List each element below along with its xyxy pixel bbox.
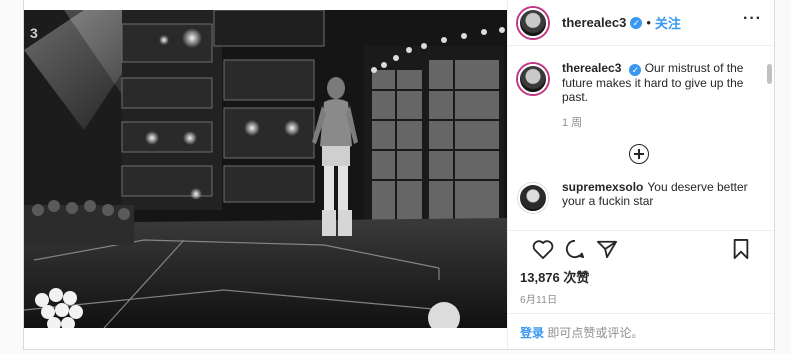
caption-text: therealec3 ✓ Our mistrust of the future m…	[562, 61, 760, 104]
author-username[interactable]: therealec3	[562, 15, 626, 30]
separator-dot: •	[646, 15, 651, 30]
post-sidebar: therealec3 ✓ • 关注 ··· therealec3 ✓ Our mi…	[507, 0, 774, 349]
caption-row: therealec3 ✓ Our mistrust of the future m…	[518, 61, 760, 104]
heart-icon[interactable]	[532, 239, 554, 264]
caption-time: 1 周	[562, 117, 583, 129]
comment-row: supremexsolo You deserve better your a fu…	[518, 180, 760, 213]
comment-bubble-icon[interactable]	[564, 239, 586, 264]
share-icon[interactable]	[596, 239, 618, 264]
like-count[interactable]: 13,876 次赞	[520, 267, 762, 286]
post-card: 3 therealec3 ✓ • 关注 ··· therealec3 ✓ Our …	[23, 0, 775, 350]
comments-scrollbar[interactable]	[767, 64, 772, 84]
follow-button[interactable]: 关注	[655, 13, 681, 32]
login-prompt-text: 即可点赞或评论。	[544, 326, 644, 340]
caption-avatar[interactable]	[518, 64, 548, 94]
post-header: therealec3 ✓ • 关注 ···	[508, 0, 774, 46]
wrestler-stage-photo: 3	[24, 10, 507, 328]
login-link[interactable]: 登录	[520, 326, 544, 340]
more-options-icon[interactable]: ···	[743, 10, 762, 28]
plus-circle-icon[interactable]	[629, 144, 649, 164]
comments-panel[interactable]: therealec3 ✓ Our mistrust of the future m…	[508, 47, 774, 229]
login-prompt: 登录 即可点赞或评论。	[508, 313, 774, 351]
action-icons	[520, 231, 762, 267]
post-actions: 13,876 次赞 6月11日 登录 即可点赞或评论。	[508, 230, 774, 350]
author-avatar[interactable]	[518, 7, 548, 38]
commenter-avatar[interactable]	[518, 183, 548, 213]
verified-badge-icon: ✓	[629, 64, 642, 76]
post-photo[interactable]: 3	[24, 10, 507, 328]
comment-username[interactable]: supremexsolo	[562, 180, 643, 194]
stage-logo: 3	[30, 25, 38, 41]
post-date[interactable]: 6月11日	[520, 291, 762, 306]
comment-text: supremexsolo You deserve better your a fu…	[562, 180, 760, 208]
caption-username[interactable]: therealec3	[562, 61, 621, 75]
bookmark-icon[interactable]	[732, 239, 750, 264]
verified-badge-icon: ✓	[630, 16, 643, 29]
